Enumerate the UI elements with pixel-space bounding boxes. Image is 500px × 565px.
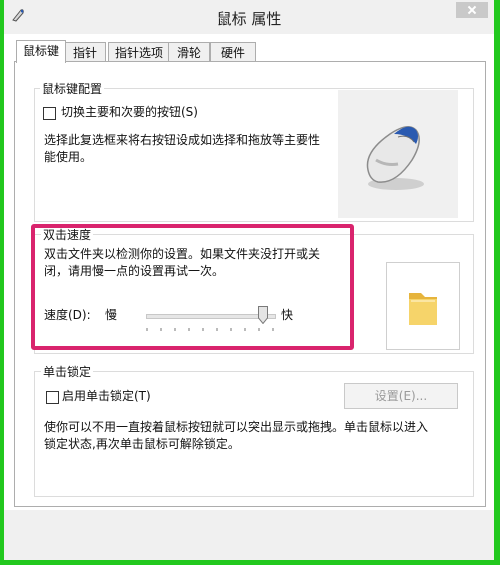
button-config-description-1: 选择此复选框来将右按钮设成如选择和拖放等主要性 — [44, 133, 321, 147]
mouse-image-box — [338, 90, 458, 218]
click-lock-description-1: 使你可以不用一直按着鼠标按钮就可以突出显示或拖拽。单击鼠标以进入 — [44, 420, 429, 434]
switch-buttons-label: 切换主要和次要的按钮(S) — [61, 105, 198, 119]
button-config-label: 鼠标键配置 — [40, 80, 105, 97]
button-config-description-2: 能使用。 — [44, 150, 93, 164]
mouse-icon — [366, 126, 424, 190]
test-folder-box[interactable] — [386, 262, 460, 350]
close-button[interactable] — [456, 2, 488, 18]
tab-buttons[interactable]: 鼠标键 — [16, 40, 66, 63]
click-lock-description-2: 锁定状态,再次单击鼠标可解除锁定。 — [44, 437, 240, 451]
switch-buttons-checkbox[interactable] — [43, 107, 56, 120]
window-title: 鼠标 属性 — [216, 10, 282, 28]
click-lock-checkbox[interactable] — [46, 391, 59, 404]
folder-icon[interactable] — [387, 263, 459, 349]
tab-hardware[interactable]: 硬件 — [210, 42, 256, 63]
title-bar: 鼠标 属性 — [4, 0, 494, 34]
click-lock-settings-button[interactable]: 设置(E)... — [344, 383, 458, 409]
tab-pointers[interactable]: 指针 — [64, 42, 106, 63]
dialog-button-area — [4, 510, 494, 560]
click-lock-label: 单击锁定 — [41, 363, 94, 380]
tab-pointer-options[interactable]: 指针选项 — [108, 42, 170, 63]
mouse-properties-window: 鼠标 属性 鼠标键 指针 指针选项 滑轮 硬件 鼠标键配置 切换主要和次要的按钮… — [4, 0, 494, 560]
highlight-annotation — [31, 224, 354, 350]
click-lock-checkbox-label: 启用单击锁定(T) — [62, 389, 151, 403]
tab-wheel[interactable]: 滑轮 — [168, 42, 210, 63]
